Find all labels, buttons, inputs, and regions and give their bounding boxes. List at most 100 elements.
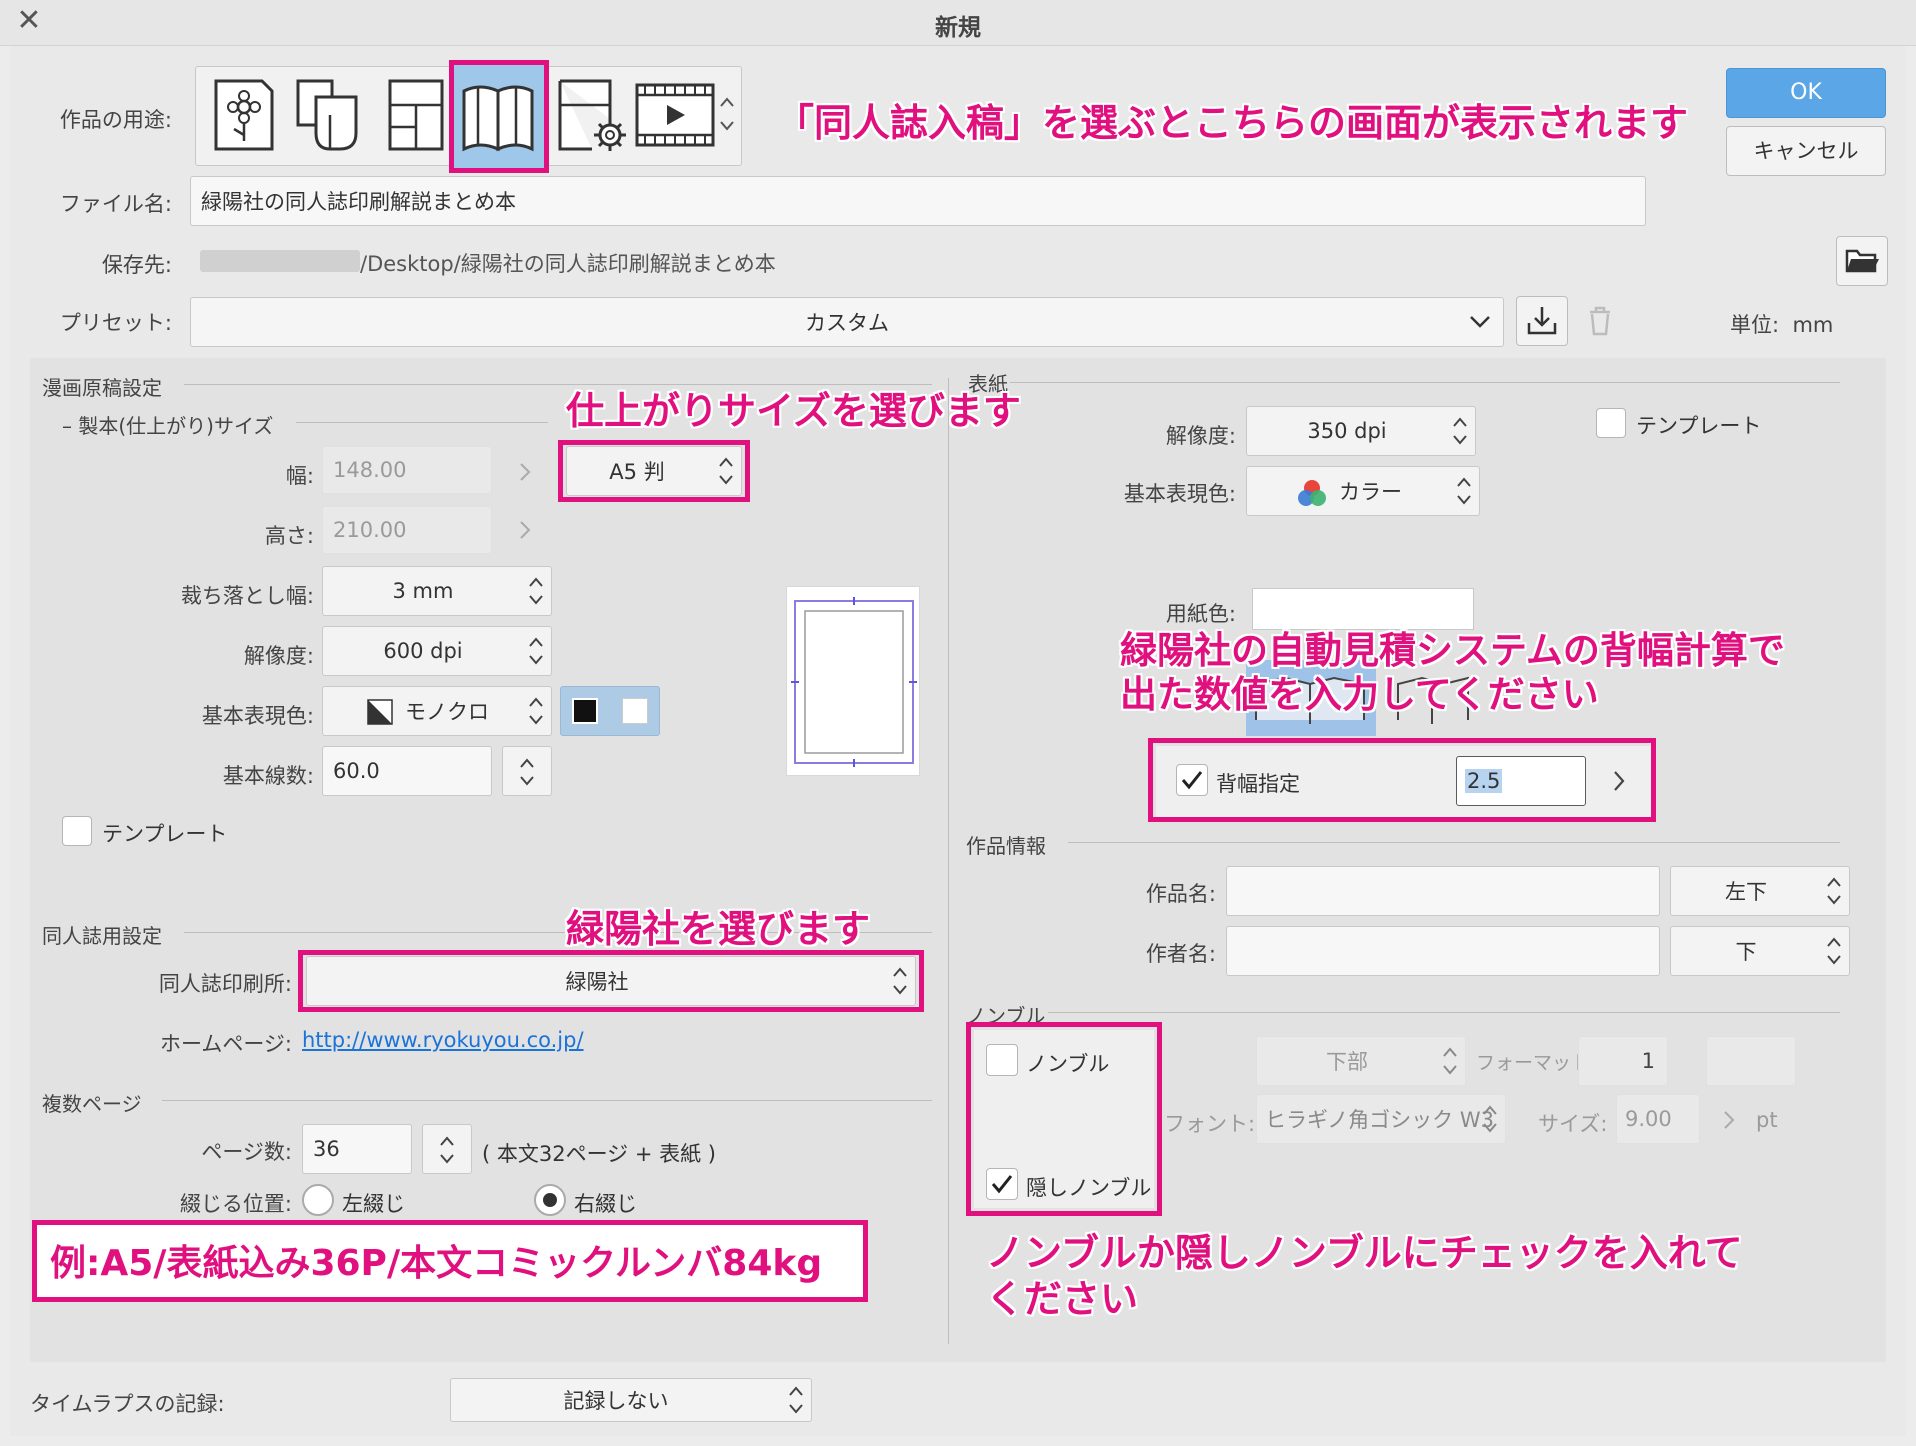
monochrome-icon [367, 699, 393, 725]
panel-divider [948, 378, 949, 1344]
cancel-button[interactable]: キャンセル [1726, 126, 1886, 176]
nombre-size-input[interactable]: 9.00 [1616, 1094, 1700, 1144]
timelapse-select[interactable]: 記録しない [450, 1378, 812, 1422]
save-location-value: /Desktop/緑陽社の同人誌印刷解説まとめ本 [360, 252, 776, 276]
line-count-label: 基本線数: [222, 764, 314, 788]
work-title-position-select[interactable]: 左下 [1670, 866, 1850, 916]
nombre-highlight [966, 1022, 1162, 1216]
font-label: フォント: [1164, 1112, 1256, 1136]
usage-scroll-arrows[interactable] [718, 94, 736, 134]
pages-section-title: 複数ページ [42, 1092, 142, 1116]
divider [296, 422, 548, 423]
nombre-extra-input[interactable] [1706, 1036, 1796, 1086]
white-swatch[interactable] [622, 698, 648, 724]
cover-template-label: テンプレート [1636, 414, 1762, 438]
black-swatch[interactable] [572, 698, 598, 724]
preset-select[interactable]: カスタム [190, 297, 1504, 347]
cover-resolution-select[interactable]: 350 dpi [1246, 406, 1476, 456]
bleed-label: 裁ち落とし幅: [180, 584, 314, 608]
cover-template-checkbox[interactable] [1596, 408, 1626, 438]
save-location-label: 保存先: [101, 253, 172, 277]
preset-value: カスタム [805, 311, 889, 335]
unit-label: 単位: mm [1730, 313, 1834, 337]
chevron-right-icon[interactable] [1722, 1110, 1736, 1130]
resolution-label: 解像度: [243, 644, 314, 668]
page-count-stepper[interactable] [422, 1124, 472, 1174]
resolution-select[interactable]: 600 dpi [322, 626, 552, 676]
size-highlight [558, 440, 750, 502]
homepage-link[interactable]: http://www.ryokuyou.co.jp/ [302, 1028, 584, 1052]
folder-icon[interactable] [1836, 236, 1888, 286]
example-annotation: 例:A5/表紙込み36P/本文コミックルンバ84kg [50, 1243, 823, 1284]
file-name-input[interactable]: 緑陽社の同人誌印刷解説まとめ本 [190, 176, 1646, 226]
author-label: 作者名: [1145, 942, 1216, 966]
height-label: 高さ: [264, 524, 314, 548]
work-title-input[interactable] [1226, 866, 1660, 916]
animation-icon[interactable] [631, 75, 721, 155]
line-count-stepper[interactable] [502, 746, 552, 796]
width-label: 幅: [285, 464, 314, 488]
bind-left-label: 左綴じ [342, 1192, 405, 1216]
color-mode-label: 基本表現色: [201, 704, 314, 728]
homepage-label: ホームページ: [159, 1032, 292, 1056]
work-title-label: 作品名: [1145, 882, 1216, 906]
preset-label: プリセット: [59, 311, 172, 335]
divider [162, 1100, 932, 1101]
illustration-icon[interactable] [204, 75, 284, 155]
info-section-title: 作品情報 [966, 834, 1046, 858]
line-count-input[interactable]: 60.0 [322, 746, 492, 796]
ok-button[interactable]: OK [1726, 68, 1886, 118]
page-preview [786, 586, 920, 776]
divider [1048, 1012, 1840, 1013]
chevron-right-icon[interactable] [518, 520, 532, 540]
nombre-position-select[interactable]: 下部 [1256, 1036, 1466, 1086]
author-input[interactable] [1226, 926, 1660, 976]
bleed-select[interactable]: 3 mm [322, 566, 552, 616]
width-input[interactable]: 148.00 [322, 446, 492, 494]
bind-left-radio[interactable] [302, 1184, 334, 1216]
cover-color-select[interactable]: カラー [1246, 466, 1480, 516]
manga-template-label: テンプレート [102, 822, 228, 846]
settings-icon[interactable] [550, 75, 630, 155]
cover-resolution-label: 解像度: [1165, 424, 1236, 448]
nombre-size-unit: pt [1756, 1108, 1778, 1132]
timelapse-label: タイムラプスの記録: [30, 1392, 225, 1416]
height-input[interactable]: 210.00 [322, 506, 492, 554]
color-mode-select[interactable]: モノクロ [322, 686, 552, 736]
nombre-size-label: サイズ: [1538, 1112, 1608, 1136]
nombre-start-input[interactable]: 1 [1578, 1036, 1668, 1086]
binding-label: 綴じる位置: [179, 1192, 292, 1216]
divider [1010, 382, 1840, 383]
unit-value: mm [1792, 313, 1834, 337]
printer-highlight [298, 950, 924, 1012]
comic-icon[interactable] [376, 75, 456, 155]
spine-highlight [1148, 738, 1656, 822]
manga-section-title: 漫画原稿設定 [42, 376, 162, 400]
author-position-select[interactable]: 下 [1670, 926, 1850, 976]
divider [1068, 842, 1840, 843]
printer-label: 同人誌印刷所: [158, 972, 292, 996]
webtoon-icon[interactable] [290, 75, 370, 155]
usage-label: 作品の用途: [59, 108, 172, 132]
manga-template-checkbox[interactable] [62, 816, 92, 846]
format-label: フォーマット [1476, 1052, 1591, 1074]
binding-size-title: – 製本(仕上がり)サイズ [62, 414, 274, 438]
trash-icon[interactable] [1578, 296, 1622, 346]
page-count-label: ページ数: [201, 1140, 292, 1164]
nombre-annotation-line2: ください [986, 1277, 1139, 1321]
doujin-section-title: 同人誌用設定 [42, 924, 162, 948]
color-mode-icon [1298, 480, 1326, 506]
size-annotation: 仕上がりサイズを選びます [566, 389, 1021, 433]
chevron-right-icon[interactable] [518, 462, 532, 482]
register-preset-icon[interactable] [1516, 296, 1568, 346]
font-select[interactable]: ヒラギノ角ゴシック W3 [1256, 1094, 1506, 1144]
spine-annotation-line2: 出た数値を入力してください [1120, 673, 1599, 716]
blurred-path [200, 250, 360, 272]
cover-color-label: 基本表現色: [1123, 482, 1236, 506]
chevron-down-icon [1470, 316, 1490, 328]
page-count-input[interactable]: 36 [302, 1124, 412, 1174]
window-title: 新規 [935, 15, 981, 41]
bind-right-radio[interactable] [534, 1184, 566, 1216]
file-name-label: ファイル名: [59, 192, 172, 216]
page-count-note: ( 本文32ページ + 表紙 ) [482, 1142, 716, 1166]
